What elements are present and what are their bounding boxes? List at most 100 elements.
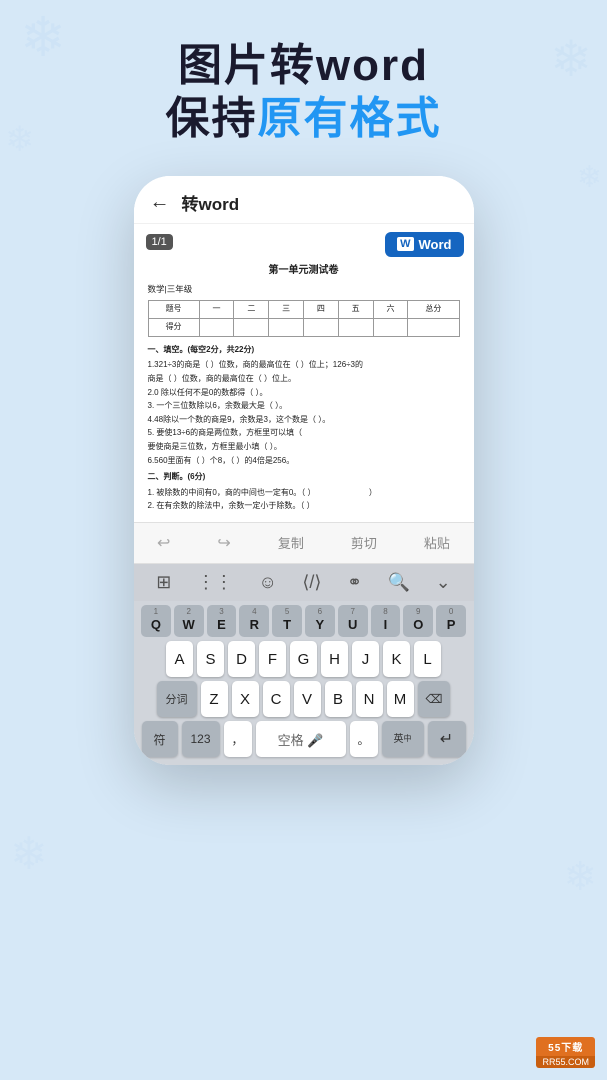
doc-body: 一、填空。(每空2分，共22分) 1.321÷3的商是（ ）位数，商的最高位在（…	[148, 343, 460, 513]
kb-key-i[interactable]: 8I	[371, 605, 401, 637]
kb-key-j[interactable]: J	[352, 641, 379, 677]
kb-grid-icon[interactable]: ⊞	[156, 572, 171, 593]
table-cell-score: 得分	[148, 318, 199, 336]
kb-grid2-icon[interactable]: ⋮⋮	[197, 572, 233, 593]
kb-key-v[interactable]: V	[294, 681, 321, 717]
copy-button[interactable]: 复制	[270, 531, 312, 554]
table-header-5: 五	[338, 301, 373, 319]
header-line1: 图片转word	[30, 40, 577, 93]
word-export-button[interactable]: W Word	[385, 232, 463, 257]
table-cell-6	[373, 318, 408, 336]
table-cell-2	[234, 318, 269, 336]
kb-key-k[interactable]: K	[383, 641, 410, 677]
doc-title: 第一单元测试卷	[148, 263, 460, 279]
edit-toolbar: ↩ ↪ 复制 剪切 粘贴	[134, 522, 474, 564]
keyboard-area: ⊞ ⋮⋮ ☺ ⟨/⟩ ⚭ 🔍 ⌄ 1Q 2W 3E 4R 5T 6Y 7U 8I	[134, 564, 474, 765]
watermark-line2: RR55.COM	[536, 1056, 595, 1068]
paste-button[interactable]: 粘贴	[416, 531, 458, 554]
header-prefix: 保持	[166, 94, 258, 143]
kb-enter-key[interactable]: ↵	[428, 721, 466, 757]
kb-qwerty-row: 1Q 2W 3E 4R 5T 6Y 7U 8I 9O 0P	[138, 605, 470, 637]
table-header-1: 一	[199, 301, 234, 319]
header-line2: 保持原有格式	[30, 93, 577, 146]
word-btn-area: W Word	[134, 232, 474, 257]
section1-item-2: 2.0 除以任何不是0的数都得（ ）。	[148, 386, 460, 400]
word-icon: W	[397, 237, 413, 251]
cut-button[interactable]: 剪切	[343, 531, 385, 554]
section1-item-4: 4.48除以一个数的商是9，余数是3，这个数是（ ）。	[148, 413, 460, 427]
header-highlight: 原有格式	[258, 94, 442, 143]
section1-item-5: 5. 要使13÷6的商是两位数，方框里可以填（	[148, 426, 460, 440]
kb-code-icon[interactable]: ⟨/⟩	[302, 572, 321, 593]
section2-item-2: 2. 在有余数的除法中，余数一定小于除数。（ ）	[148, 499, 460, 513]
keyboard-top-bar: ⊞ ⋮⋮ ☺ ⟨/⟩ ⚭ 🔍 ⌄	[134, 564, 474, 601]
table-header-6: 六	[373, 301, 408, 319]
doc-section-1: 一、填空。(每空2分，共22分) 1.321÷3的商是（ ）位数，商的最高位在（…	[148, 343, 460, 467]
kb-key-m[interactable]: M	[387, 681, 414, 717]
doc-section-2: 二、判断。(6分) 1. 被除数的中间有0，商的中间也一定有0。（ ） ） 2.…	[148, 470, 460, 513]
table-header-4: 四	[303, 301, 338, 319]
kb-lang-key[interactable]: 英中	[382, 721, 424, 757]
kb-key-z[interactable]: Z	[201, 681, 228, 717]
word-button-label: Word	[419, 237, 452, 252]
section1-item-1: 1.321÷3的商是（ ）位数，商的最高位在（ ）位上；126÷3的	[148, 358, 460, 372]
kb-rows: 1Q 2W 3E 4R 5T 6Y 7U 8I 9O 0P A S D F	[134, 601, 474, 765]
table-cell-5	[338, 318, 373, 336]
kb-fu-key[interactable]: 符	[142, 721, 178, 757]
kb-key-b[interactable]: B	[325, 681, 352, 717]
kb-key-c[interactable]: C	[263, 681, 290, 717]
kb-key-u[interactable]: 7U	[338, 605, 368, 637]
kb-comma-key[interactable]: ，	[224, 721, 252, 757]
kb-key-w[interactable]: 2W	[174, 605, 204, 637]
kb-fensi-key[interactable]: 分词	[157, 681, 197, 717]
table-cell-4	[303, 318, 338, 336]
kb-key-x[interactable]: X	[232, 681, 259, 717]
section2-item-1: 1. 被除数的中间有0，商的中间也一定有0。（ ） ）	[148, 486, 460, 500]
kb-key-p[interactable]: 0P	[436, 605, 466, 637]
kb-emoji-icon[interactable]: ☺	[258, 572, 276, 593]
kb-key-l[interactable]: L	[414, 641, 441, 677]
section1-item-5b: 要使商是三位数，方框里最小填（ ）。	[148, 440, 460, 454]
doc-table: 题号 一 二 三 四 五 六 总分 得分	[148, 300, 460, 337]
watermark: 55下载 RR55.COM	[536, 1037, 595, 1068]
app-screen: ← 转word 1/1 W Word 第一单元测试卷 数学|三年级 题号 一	[134, 176, 474, 766]
kb-search-icon[interactable]: 🔍	[388, 572, 410, 593]
kb-key-n[interactable]: N	[356, 681, 383, 717]
kb-chevron-icon[interactable]: ⌄	[436, 572, 451, 593]
kb-key-d[interactable]: D	[228, 641, 255, 677]
kb-asdf-row: A S D F G H J K L	[138, 641, 470, 677]
undo-button[interactable]: ↩	[149, 531, 178, 555]
document-wrapper: 第一单元测试卷 数学|三年级 题号 一 二 三 四 五 六 总分 得分	[134, 257, 474, 522]
kb-link-icon[interactable]: ⚭	[347, 572, 362, 593]
kb-key-y[interactable]: 6Y	[305, 605, 335, 637]
table-cell-1	[199, 318, 234, 336]
kb-key-q[interactable]: 1Q	[141, 605, 171, 637]
doc-subject: 数学|三年级	[148, 283, 460, 297]
kb-space-key[interactable]: 空格 🎤	[256, 721, 346, 757]
kb-key-s[interactable]: S	[197, 641, 224, 677]
kb-123-key[interactable]: 123	[182, 721, 220, 757]
section2-title: 二、判断。(6分)	[148, 470, 460, 484]
kb-key-a[interactable]: A	[166, 641, 193, 677]
app-title: 转word	[182, 190, 240, 215]
kb-key-t[interactable]: 5T	[272, 605, 302, 637]
kb-zxcv-row: 分词 Z X C V B N M ⌫	[138, 681, 470, 717]
kb-key-e[interactable]: 3E	[207, 605, 237, 637]
kb-backspace-key[interactable]: ⌫	[418, 681, 451, 717]
redo-button[interactable]: ↪	[209, 531, 238, 555]
kb-key-f[interactable]: F	[259, 641, 286, 677]
kb-key-o[interactable]: 9O	[403, 605, 433, 637]
table-cell-3	[269, 318, 304, 336]
section1-item-6: 6.560里面有（ ）个8，（ ）的4倍是256。	[148, 454, 460, 468]
header-section: 图片转word 保持原有格式	[0, 0, 607, 166]
kb-period-key[interactable]: 。	[350, 721, 378, 757]
back-button[interactable]: ←	[150, 191, 170, 214]
kb-key-g[interactable]: G	[290, 641, 317, 677]
kb-key-h[interactable]: H	[321, 641, 348, 677]
table-header-3: 三	[269, 301, 304, 319]
document-content: 第一单元测试卷 数学|三年级 题号 一 二 三 四 五 六 总分 得分	[134, 257, 474, 522]
table-header-0: 题号	[148, 301, 199, 319]
kb-key-r[interactable]: 4R	[239, 605, 269, 637]
table-header-2: 二	[234, 301, 269, 319]
watermark-line1: 55下载	[536, 1037, 595, 1056]
